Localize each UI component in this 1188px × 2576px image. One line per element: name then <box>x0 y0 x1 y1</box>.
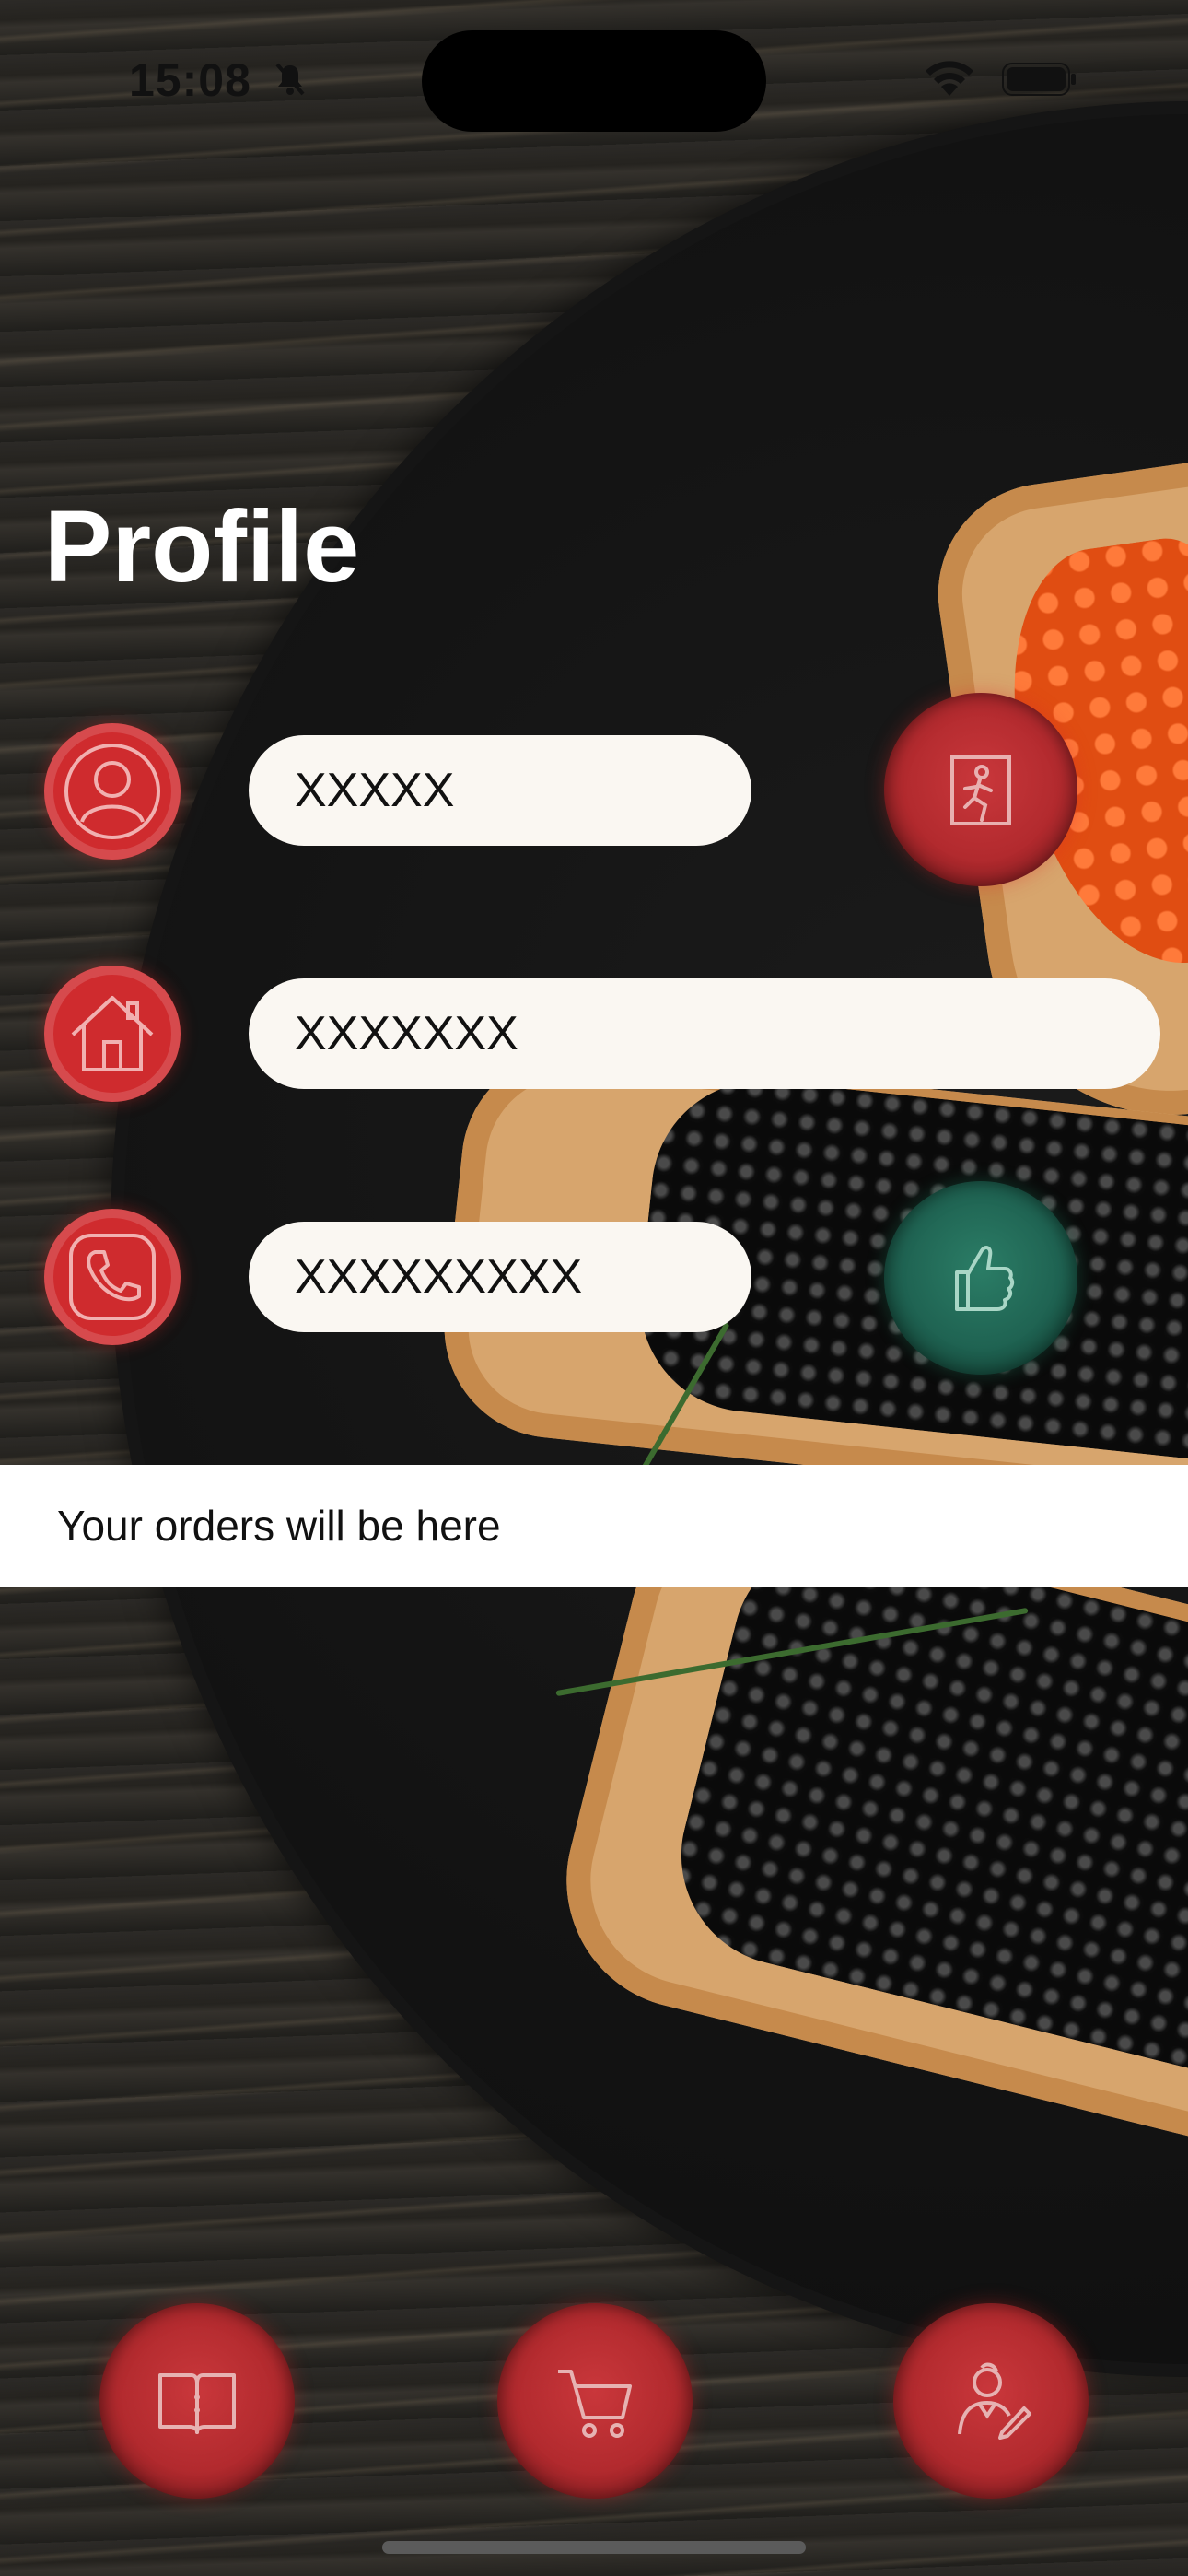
phone-icon <box>69 1234 156 1320</box>
home-icon <box>71 996 154 1071</box>
orders-empty-text: Your orders will be here <box>57 1502 501 1550</box>
silent-bell-icon <box>275 63 305 96</box>
nav-menu-button[interactable] <box>99 2303 295 2499</box>
name-field[interactable] <box>249 735 751 846</box>
cart-icon <box>558 2370 632 2438</box>
wifi-icon <box>926 61 973 96</box>
nav-cart-button[interactable] <box>497 2303 693 2499</box>
battery-icon <box>1002 63 1076 96</box>
exit-button[interactable] <box>884 693 1077 886</box>
home-icon-button <box>44 966 181 1102</box>
exit-icon <box>950 755 1011 825</box>
orders-panel: Your orders will be here <box>0 1465 1188 1587</box>
nav-chef-button[interactable] <box>893 2303 1089 2499</box>
chef-icon <box>958 2362 1031 2440</box>
phone-icon-button <box>44 1209 181 1345</box>
user-icon <box>64 744 160 839</box>
address-field[interactable] <box>249 978 1160 1089</box>
page-title: Profile <box>44 490 360 603</box>
home-indicator[interactable] <box>382 2541 806 2554</box>
menu-book-icon <box>158 2373 236 2434</box>
status-time: 15:08 <box>129 54 251 106</box>
user-icon-button <box>44 723 181 860</box>
confirm-button[interactable] <box>884 1181 1077 1375</box>
dynamic-island <box>422 30 766 132</box>
phone-field[interactable] <box>249 1222 751 1332</box>
thumbs-up-icon <box>955 1246 1015 1311</box>
